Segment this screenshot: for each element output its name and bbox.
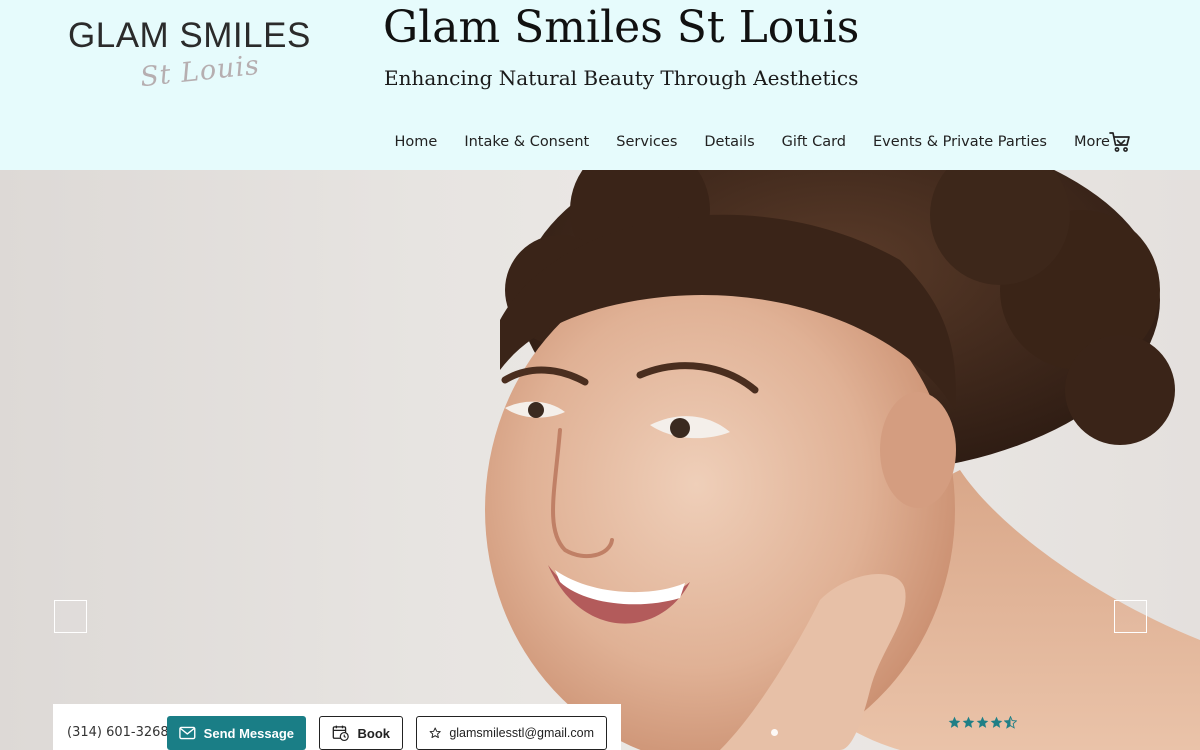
star-filled-icon [962, 716, 975, 728]
calendar-clock-icon [332, 725, 349, 742]
slide-indicator-dot[interactable] [771, 729, 778, 736]
send-message-label: Send Message [203, 725, 294, 741]
nav-item-gift-card[interactable]: Gift Card [768, 130, 859, 154]
nav-more-label: More [1073, 134, 1110, 150]
nav-item-events[interactable]: Events & Private Parties [860, 130, 1061, 154]
star-filled-icon [976, 716, 989, 728]
nav-item-services[interactable]: Services [603, 130, 691, 154]
shopping-cart-icon[interactable] [1108, 130, 1132, 154]
star-filled-icon [990, 716, 1003, 728]
nav-item-home[interactable]: Home [381, 130, 451, 154]
star-half-icon [1004, 716, 1017, 729]
logo-wordmark: GLAM SMILES [68, 16, 311, 55]
star-outline-icon [429, 727, 441, 739]
hero-slideshow [0, 170, 1200, 750]
rating-stars [948, 716, 1017, 732]
nav-item-details[interactable]: Details [691, 130, 768, 154]
site-tagline: Enhancing Natural Beauty Through Aesthet… [384, 66, 859, 90]
star-filled-icon [948, 716, 961, 728]
slide-prev-button[interactable] [54, 600, 87, 633]
site-logo[interactable]: GLAM SMILES St Louis [68, 16, 318, 96]
hero-image [485, 170, 1200, 750]
site-header: GLAM SMILES St Louis Glam Smiles St Loui… [0, 0, 1200, 170]
book-label: Book [357, 725, 391, 741]
envelope-icon [179, 726, 196, 740]
site-title[interactable]: Glam Smiles St Louis [383, 2, 859, 53]
email-button[interactable]: glamsmilesstl@gmail.com [416, 716, 607, 750]
nav-item-intake-consent[interactable]: Intake & Consent [451, 130, 603, 154]
phone-number[interactable]: (314) 601-3268 [67, 725, 169, 740]
send-message-button[interactable]: Send Message [167, 716, 306, 750]
book-button[interactable]: Book [319, 716, 403, 750]
main-nav: Home Intake & Consent Services Details G… [381, 130, 1140, 154]
logo-script: St Louis [138, 49, 262, 94]
email-label: glamsmilesstl@gmail.com [449, 726, 594, 740]
slide-next-button[interactable] [1114, 600, 1147, 633]
contact-bar: (314) 601-3268 Send Message Book glamsmi… [53, 704, 621, 750]
